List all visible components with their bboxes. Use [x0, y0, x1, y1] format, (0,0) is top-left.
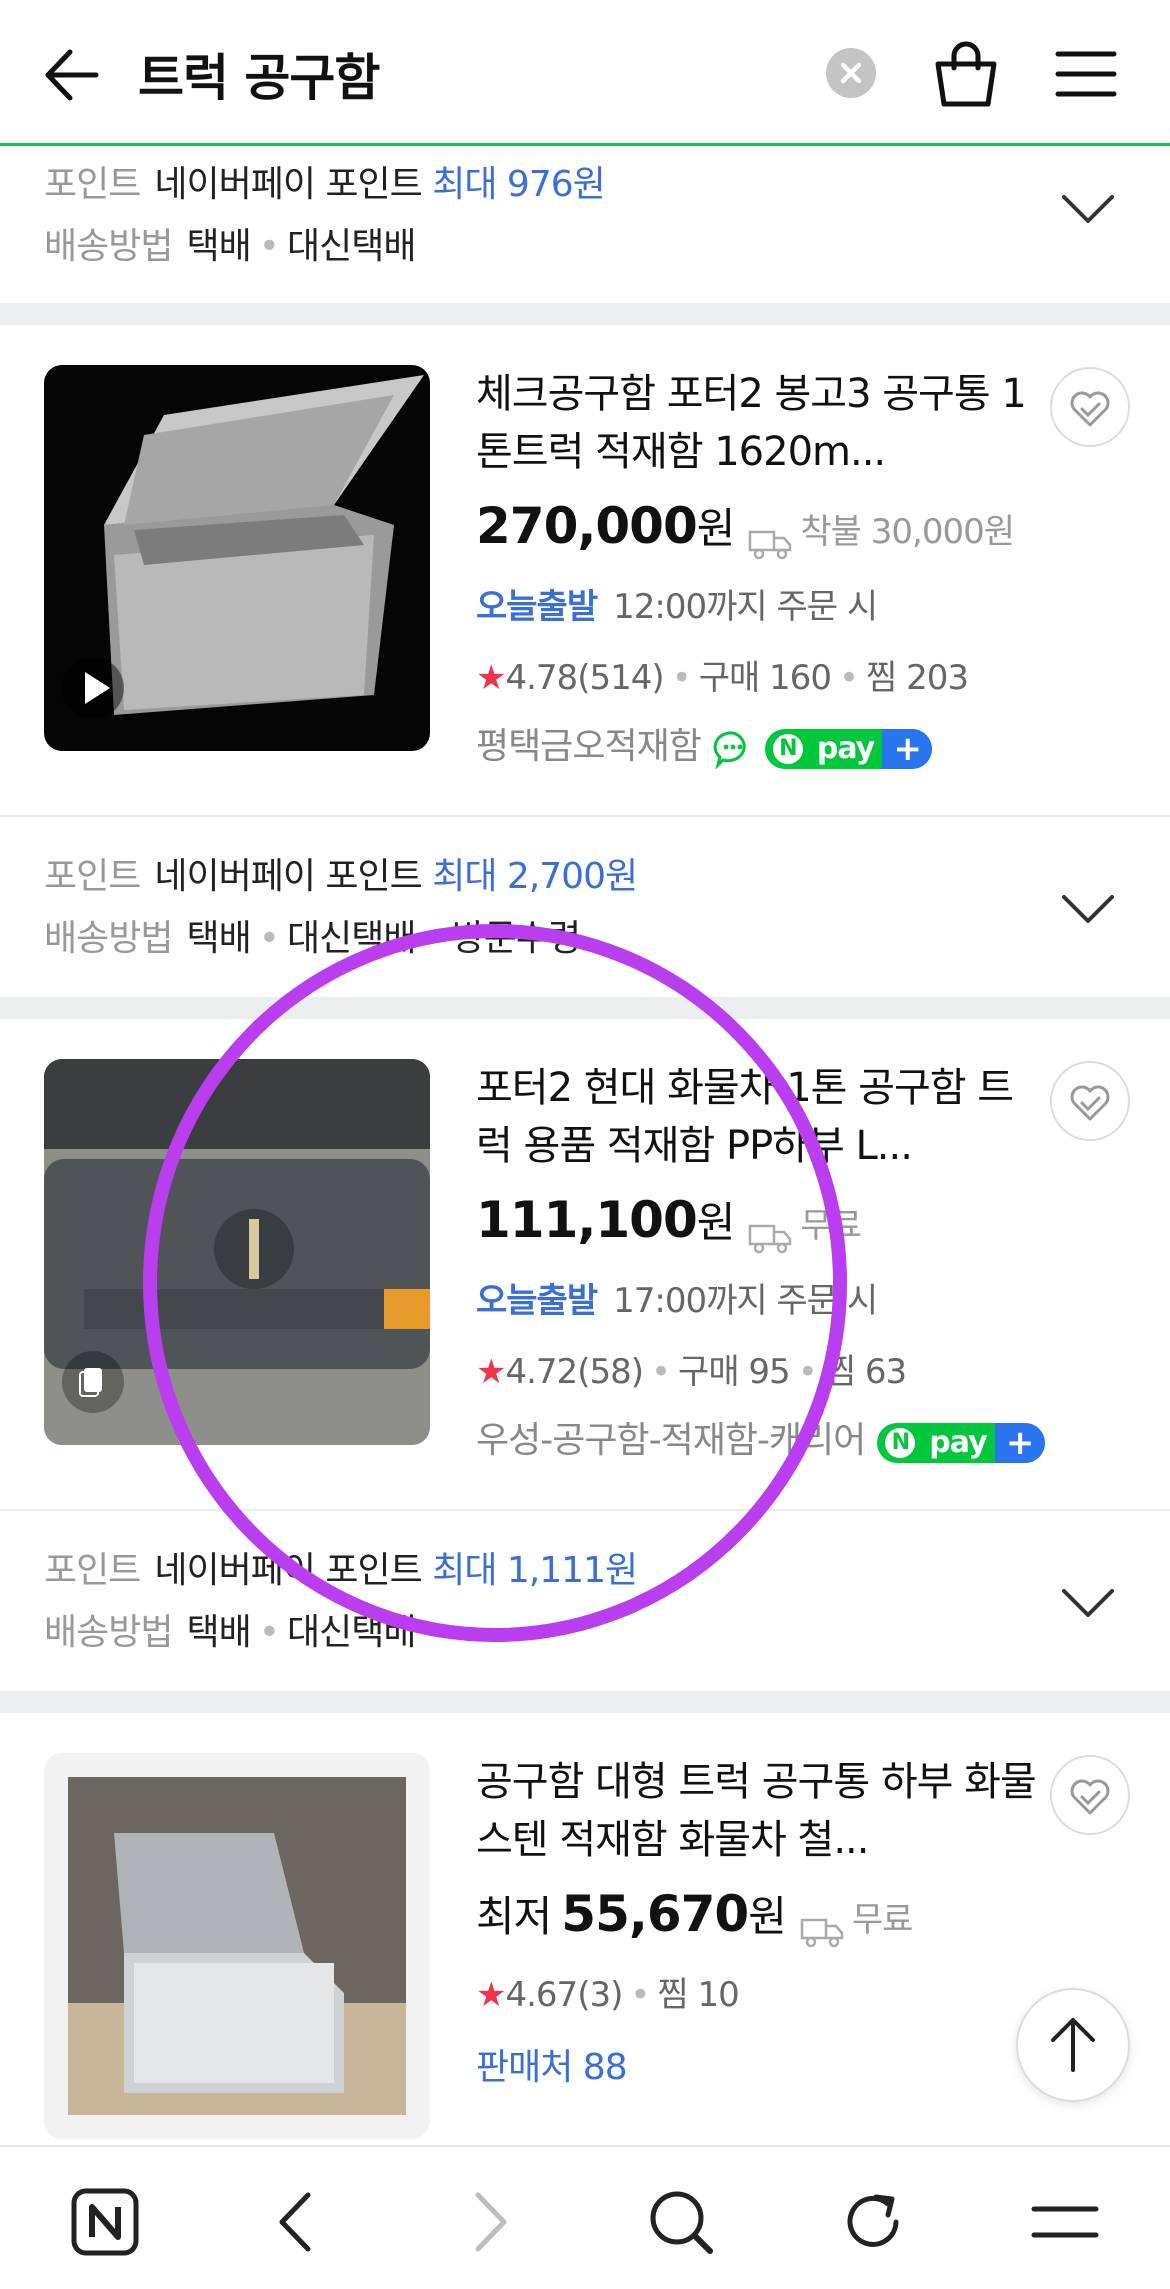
rating: 4.78 — [505, 658, 578, 698]
search-icon[interactable] — [646, 2187, 716, 2257]
product-card[interactable]: 공구함 대형 트럭 공구통 하부 화물 스텐 적재함 화물차 철... 최저 55… — [0, 1713, 1170, 2145]
section-divider — [0, 1691, 1170, 1713]
back-arrow-icon[interactable] — [40, 40, 104, 110]
truck-icon — [748, 514, 792, 559]
wishlist-heart-icon[interactable] — [1050, 1061, 1130, 1141]
truck-icon — [748, 1208, 792, 1253]
chevron-down-icon[interactable] — [1060, 891, 1116, 927]
product-title[interactable]: 체크공구함 포터2 봉고3 공구통 1톤트럭 적재함 1620m... — [476, 365, 1036, 481]
product-title[interactable]: 공구함 대형 트럭 공구통 하부 화물 스텐 적재함 화물차 철... — [476, 1753, 1036, 1869]
delivery-method: 대신택배 — [286, 226, 416, 267]
delivery-label: 배송방법 — [44, 226, 173, 267]
star-icon: ★ — [476, 658, 507, 698]
review-count: (514) — [577, 658, 664, 698]
forward-icon[interactable] — [454, 2187, 524, 2257]
purchase-count: 구매 160 — [698, 658, 832, 698]
product-card[interactable]: 포터2 현대 화물차 1톤 공구함 트럭 용품 적재함 PP하부 L... 11… — [0, 1019, 1170, 1509]
section-divider — [0, 303, 1170, 325]
rating: 4.67 — [505, 1975, 578, 2015]
rating: 4.72 — [505, 1352, 578, 1392]
product-price: 270,000 — [476, 497, 698, 555]
naver-home-icon[interactable] — [70, 2187, 140, 2257]
npay-badge: Npay + — [764, 728, 933, 769]
lowest-price-label: 최저 — [476, 1892, 552, 1941]
scroll-to-top-button[interactable] — [1016, 1988, 1130, 2102]
today-dispatch-label: 오늘출발 — [476, 587, 598, 627]
product-image[interactable] — [44, 1753, 430, 2139]
play-icon[interactable] — [62, 657, 124, 719]
wishlist-heart-icon[interactable] — [1050, 367, 1130, 447]
truck-icon — [800, 1902, 844, 1947]
seller-count-link[interactable]: 판매처 88 — [476, 2047, 628, 2088]
shipping-fee: 무료 — [800, 1206, 862, 1246]
purchase-count: 구매 95 — [678, 1352, 791, 1392]
point-value: 최대 976원 — [432, 164, 606, 205]
product-price: 111,100 — [476, 1191, 698, 1249]
product-info-top: 포인트 네이버페이 포인트 최대 976원 배송방법 택배 • 대신택배 — [0, 149, 1170, 303]
chevron-down-icon[interactable] — [1060, 1585, 1116, 1621]
product-price: 55,670 — [561, 1885, 749, 1943]
point-label: 포인트 — [44, 164, 141, 205]
talk-chat-icon[interactable] — [713, 729, 753, 770]
like-count: 찜 63 — [824, 1352, 907, 1392]
like-count: 찜 10 — [657, 1975, 739, 2015]
delivery-method: 택배 — [186, 226, 251, 267]
review-count: (3) — [577, 1975, 623, 2015]
section-divider — [0, 997, 1170, 1019]
review-count: (58) — [577, 1352, 644, 1392]
seller-name[interactable]: 우성-공구함-적재함-캐리어 — [476, 1420, 866, 1461]
back-icon[interactable] — [262, 2187, 332, 2257]
today-dispatch-text: 17:00까지 주문 시 — [613, 1281, 878, 1321]
browser-bottom-nav — [0, 2145, 1170, 2289]
star-icon: ★ — [476, 1975, 507, 2015]
point-value: 최대 2,700원 — [432, 856, 638, 897]
menu-icon[interactable] — [1054, 44, 1118, 104]
image-gallery-icon[interactable] — [62, 1351, 124, 1413]
npay-badge: Npay + — [877, 1422, 1045, 1463]
seller-name[interactable]: 평택금오적재함 — [476, 726, 702, 767]
wishlist-heart-icon[interactable] — [1050, 1755, 1130, 1835]
like-count: 찜 203 — [866, 658, 969, 698]
point-value: 최대 1,111원 — [432, 1550, 638, 1591]
product-title[interactable]: 포터2 현대 화물차 1톤 공구함 트럭 용품 적재함 PP하부 L... — [476, 1059, 1036, 1175]
product-image[interactable] — [44, 1059, 430, 1445]
product-info: 포인트 네이버페이 포인트 최대 2,700원 배송방법 택배 • 대신택배 • 방문수령 — [0, 817, 1170, 997]
product-image[interactable] — [44, 365, 430, 751]
chevron-down-icon[interactable] — [1060, 191, 1116, 227]
today-dispatch-text: 12:00까지 주문 시 — [613, 587, 878, 627]
shipping-fee: 무료 — [851, 1900, 914, 1940]
product-info: 포인트 네이버페이 포인트 최대 1,111원 배송방법 택배 • 대신택배 — [0, 1511, 1170, 1691]
refresh-icon[interactable] — [838, 2187, 908, 2257]
search-query[interactable]: 트럭 공구함 — [138, 38, 380, 110]
product-card[interactable]: 체크공구함 포터2 봉고3 공구통 1톤트럭 적재함 1620m... 270,… — [0, 325, 1170, 815]
shopping-bag-icon[interactable] — [930, 36, 1002, 112]
search-header: 트럭 공구함 — [0, 0, 1170, 146]
point-text: 네이버페이 포인트 — [154, 164, 422, 205]
shipping-fee: 착불 30,000원 — [800, 512, 1015, 552]
star-icon: ★ — [476, 1352, 507, 1392]
menu-icon[interactable] — [1030, 2187, 1100, 2257]
today-dispatch-label: 오늘출발 — [476, 1281, 598, 1321]
clear-search-icon[interactable] — [826, 48, 876, 98]
